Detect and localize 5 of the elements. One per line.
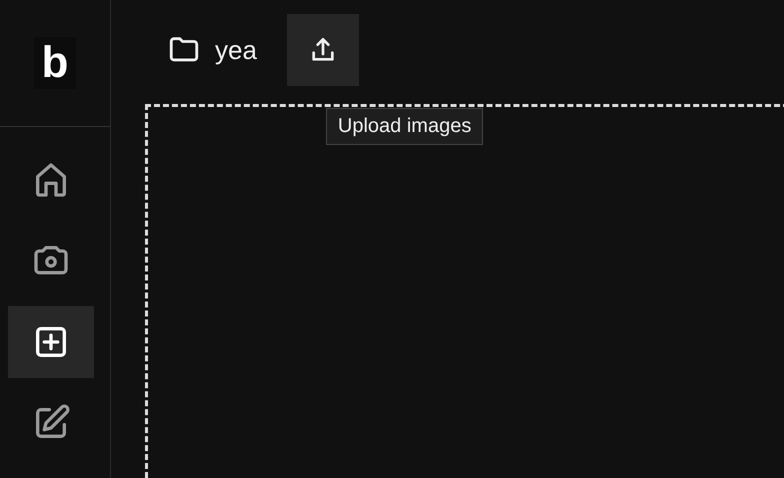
tooltip: Upload images <box>326 108 484 145</box>
folder-button[interactable]: yea <box>167 33 257 67</box>
upload-button[interactable] <box>286 14 359 86</box>
nav-button[interactable] <box>8 306 94 378</box>
logo: b <box>34 37 76 89</box>
